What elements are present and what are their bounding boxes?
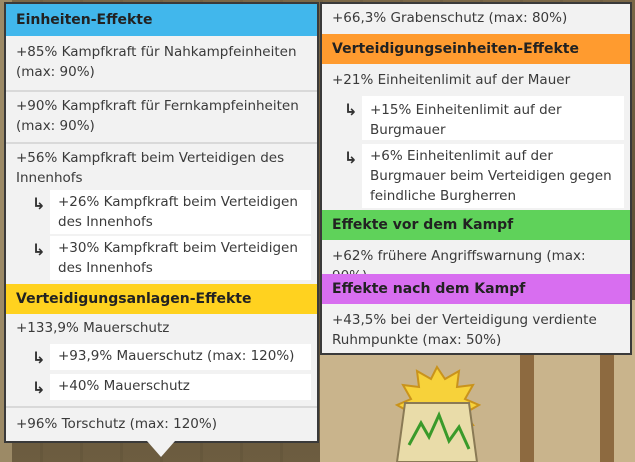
return-arrow-icon: ↳ [32, 378, 46, 397]
effect-row: +43,5% bei der Verteidigung verdiente Ru… [332, 312, 597, 348]
effect-row: +133,9% Mauerschutz [16, 320, 170, 336]
section-header-verteidigungsanlagen: Verteidigungsanlagen-Effekte [6, 284, 317, 314]
return-arrow-icon: ↳ [32, 348, 46, 367]
section-header-nach-kampf: Effekte nach dem Kampf [322, 274, 630, 304]
effect-row: +96% Torschutz (max: 120%) [6, 406, 317, 434]
section-header-verteidigungseinheiten: Verteidigungseinheiten-Effekte [322, 34, 630, 64]
effect-row: +85% Kampfkraft für Nahkampfeinheiten (m… [16, 44, 297, 80]
effect-subrow: +30% Kampfkraft beim Verteidigen des Inn… [50, 236, 311, 280]
effect-subrow: +26% Kampfkraft beim Verteidigen des Inn… [50, 190, 311, 234]
effect-subrow: +93,9% Mauerschutz (max: 120%) [50, 344, 311, 370]
effect-row: +90% Kampfkraft für Fernkampfeinheiten (… [6, 90, 317, 136]
castle-emblem-icon [394, 365, 481, 462]
return-arrow-icon: ↳ [344, 148, 358, 167]
return-arrow-icon: ↳ [344, 100, 358, 119]
effect-subrow: +40% Mauerschutz [50, 374, 311, 400]
return-arrow-icon: ↳ [32, 194, 46, 213]
effect-row: +21% Einheitenlimit auf der Mauer [332, 72, 571, 88]
tooltip-pointer [147, 441, 175, 457]
effect-subrow: +6% Einheitenlimit auf der Burgmauer bei… [362, 144, 624, 208]
effect-subrow: +15% Einheitenlimit auf der Burgmauer [362, 96, 624, 140]
section-header-einheiten: Einheiten-Effekte [6, 4, 317, 36]
return-arrow-icon: ↳ [32, 240, 46, 259]
effects-panel-left: Einheiten-Effekte +85% Kampfkraft für Na… [6, 4, 317, 441]
effect-row: +56% Kampfkraft beim Verteidigen des Inn… [6, 142, 317, 188]
effect-row: +66,3% Grabenschutz (max: 80%) [332, 10, 568, 26]
section-header-vor-kampf: Effekte vor dem Kampf [322, 210, 630, 240]
effects-panel-right: +66,3% Grabenschutz (max: 80%) Verteidig… [322, 4, 630, 353]
